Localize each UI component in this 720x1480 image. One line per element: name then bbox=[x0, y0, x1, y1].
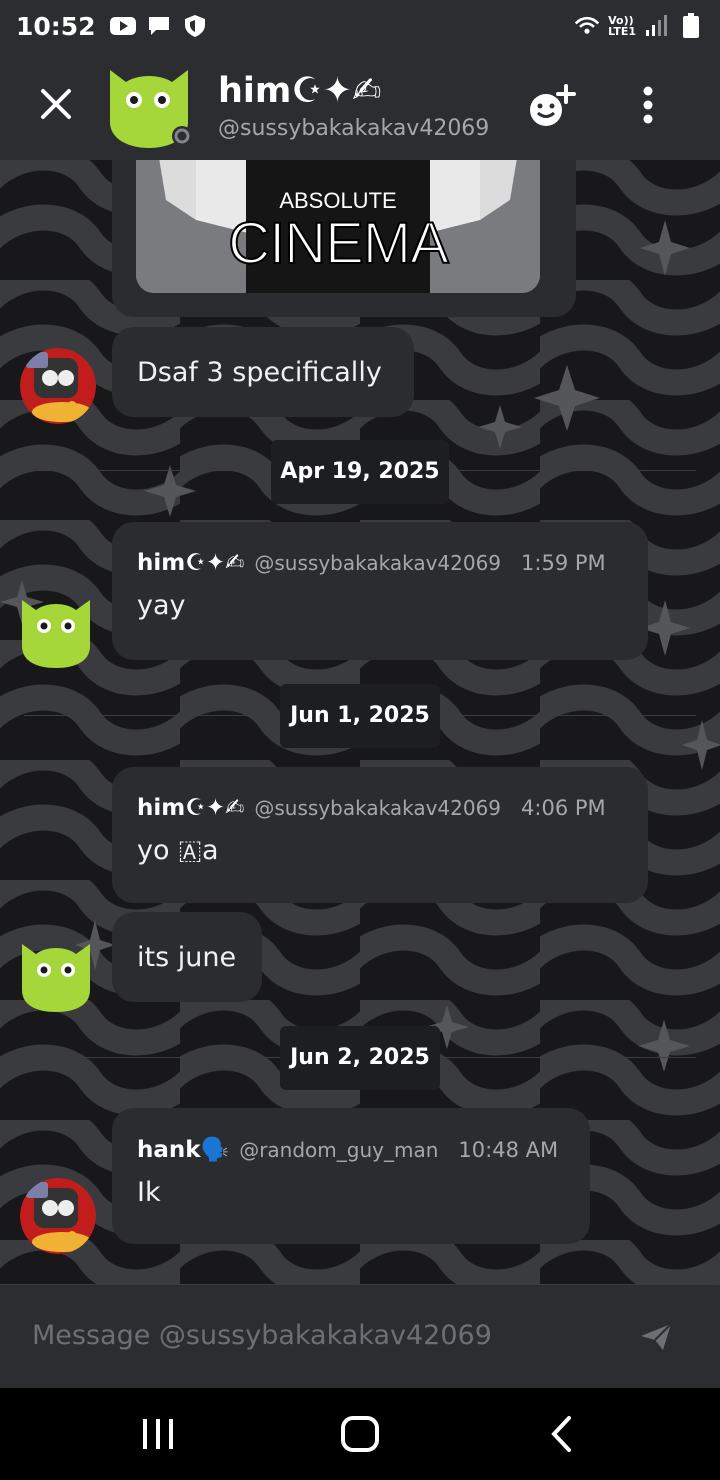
message-author[interactable]: him☪✦✍ bbox=[137, 550, 244, 576]
message-text: Ik bbox=[137, 1177, 161, 1208]
header-names[interactable]: him☪✦✍ @sussybakakakav42069 bbox=[218, 70, 489, 141]
network-label: Vo)) LTE1 bbox=[608, 15, 636, 37]
recent-apps-icon bbox=[143, 1419, 173, 1449]
message-handle: @sussybakakakav42069 bbox=[254, 551, 502, 575]
header-avatar[interactable] bbox=[104, 62, 194, 148]
message-timestamp: 4:06 PM bbox=[521, 796, 606, 820]
avatar-him[interactable] bbox=[18, 936, 94, 1012]
message-text: its june bbox=[137, 941, 237, 973]
message-handle: @random_guy_man bbox=[239, 1138, 439, 1162]
message-header: hank🗣️ @random_guy_man 10:48 AM bbox=[137, 1136, 565, 1163]
status-system-icons: Vo)) LTE1 bbox=[574, 13, 704, 38]
close-icon bbox=[41, 89, 71, 119]
header-handle: @sussybakakakav42069 bbox=[218, 116, 490, 141]
lte-label: LTE1 bbox=[608, 25, 636, 38]
message-dsaf[interactable]: Dsaf 3 specifically bbox=[112, 327, 414, 417]
message-composer bbox=[0, 1284, 720, 1388]
message-text: Dsaf 3 specifically bbox=[137, 356, 382, 388]
back-icon bbox=[551, 1416, 571, 1452]
more-options-button[interactable] bbox=[628, 82, 668, 128]
more-options-icon bbox=[643, 86, 653, 124]
message-author[interactable]: him☪✦✍ bbox=[137, 795, 244, 821]
message-timestamp: 10:48 AM bbox=[458, 1138, 559, 1162]
recent-apps-button[interactable] bbox=[128, 1406, 188, 1462]
home-button[interactable] bbox=[330, 1406, 390, 1462]
add-friend-button[interactable] bbox=[524, 78, 580, 134]
home-icon bbox=[341, 1416, 379, 1452]
close-button[interactable] bbox=[34, 82, 78, 126]
message-its-june[interactable]: its june bbox=[112, 912, 262, 1002]
wifi-icon bbox=[574, 16, 600, 36]
avatar-him[interactable] bbox=[18, 592, 94, 668]
battery-icon bbox=[678, 13, 704, 38]
image-caption-bottom: CINEMA bbox=[227, 210, 450, 277]
message-group-yo[interactable]: him☪✦✍ @sussybakakakav42069 4:06 PM yo 🇦… bbox=[112, 767, 648, 903]
date-divider-jun1: Jun 1, 2025 bbox=[280, 684, 440, 748]
status-time: 10:52 bbox=[16, 11, 96, 41]
message-text: yo 🇦a bbox=[137, 835, 219, 866]
image-message[interactable]: ABSOLUTE CINEMA bbox=[112, 160, 576, 317]
chat-icon bbox=[146, 16, 172, 36]
message-header: him☪✦✍ @sussybakakakav42069 4:06 PM bbox=[137, 795, 623, 821]
send-icon bbox=[641, 1323, 672, 1350]
message-input[interactable] bbox=[0, 1285, 600, 1385]
message-header: him☪✦✍ @sussybakakakav42069 1:59 PM bbox=[137, 550, 623, 576]
signal-icon bbox=[644, 15, 670, 36]
chat-header: him☪✦✍ @sussybakakakav42069 bbox=[0, 52, 720, 160]
send-button[interactable] bbox=[630, 1313, 682, 1361]
avatar-hank[interactable] bbox=[20, 1178, 96, 1254]
date-divider-jun2: Jun 2, 2025 bbox=[280, 1026, 440, 1090]
message-group-yay[interactable]: him☪✦✍ @sussybakakakav42069 1:59 PM yay bbox=[112, 522, 648, 660]
message-list[interactable]: ABSOLUTE CINEMA Dsaf 3 specifically Apr … bbox=[0, 160, 720, 1284]
message-handle: @sussybakakakav42069 bbox=[254, 796, 502, 820]
back-button[interactable] bbox=[532, 1406, 592, 1462]
header-display-name: him☪✦✍ bbox=[218, 71, 382, 111]
message-timestamp: 1:59 PM bbox=[521, 551, 606, 575]
avatar-hank[interactable] bbox=[20, 348, 96, 424]
shield-icon bbox=[182, 15, 208, 37]
image-attachment[interactable]: ABSOLUTE CINEMA bbox=[136, 160, 540, 293]
status-bar: 10:52 Vo)) LTE1 bbox=[0, 0, 720, 52]
status-notification-icons bbox=[109, 15, 208, 37]
system-nav-bar bbox=[0, 1388, 720, 1480]
message-author[interactable]: hank🗣️ bbox=[137, 1136, 229, 1163]
add-friend-icon bbox=[530, 84, 576, 126]
message-group-ik[interactable]: hank🗣️ @random_guy_man 10:48 AM Ik bbox=[112, 1108, 590, 1244]
date-divider-apr19: Apr 19, 2025 bbox=[271, 440, 449, 504]
youtube-icon bbox=[109, 16, 136, 36]
message-text: yay bbox=[137, 590, 186, 621]
